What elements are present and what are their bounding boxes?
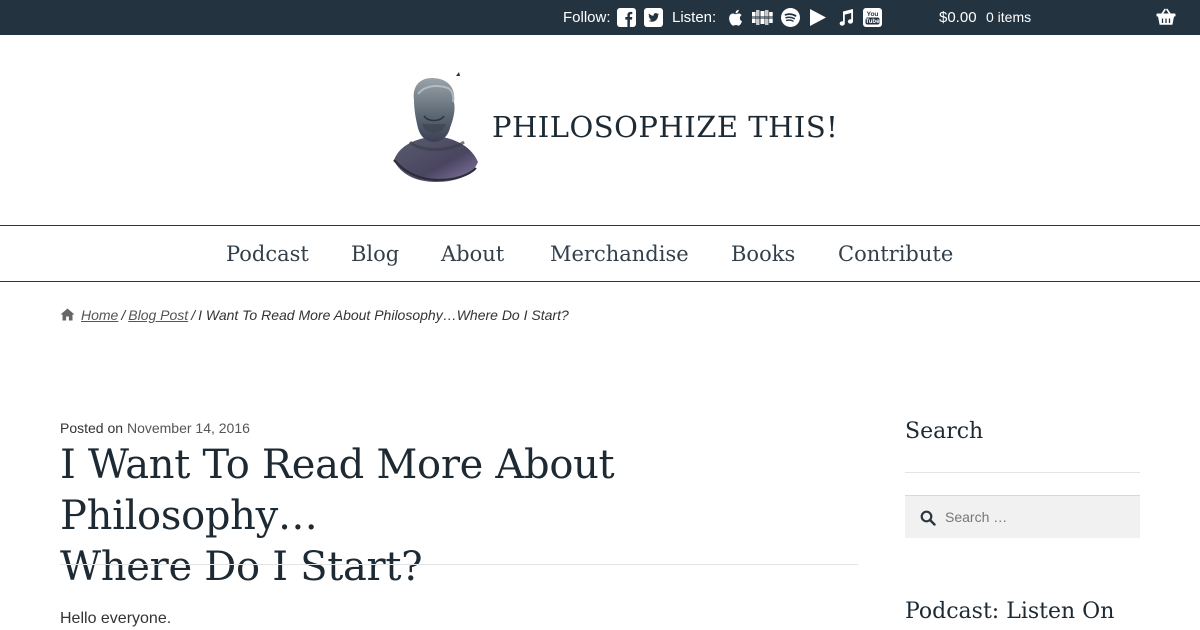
home-icon[interactable]	[60, 308, 75, 324]
nav-item-books[interactable]: Books	[731, 226, 795, 282]
breadcrumb-current: I Want To Read More About Philosophy…Whe…	[198, 307, 569, 323]
post-date-link[interactable]: November 14, 2016	[127, 420, 250, 436]
spotify-icon[interactable]	[781, 8, 800, 27]
facebook-icon[interactable]	[617, 8, 636, 27]
post-title: I Want To Read More About Philosophy… Wh…	[60, 440, 870, 593]
main-navigation: Podcast Blog About Merchandise Books Con…	[0, 225, 1200, 282]
breadcrumb-category-link[interactable]: Blog Post	[128, 307, 188, 323]
sidebar-podcast-heading: Podcast: Listen On	[905, 599, 1115, 624]
sidebar-search-field[interactable]	[905, 495, 1140, 538]
google-play-icon[interactable]	[808, 8, 827, 27]
shopping-basket-icon[interactable]	[1156, 8, 1176, 26]
top-bar: Follow: Listen: You Tube $0.00 0 items	[0, 0, 1200, 35]
post-first-paragraph: Hello everyone.	[60, 610, 172, 627]
stitcher-icon[interactable]	[752, 8, 773, 27]
nav-item-contribute[interactable]: Contribute	[838, 226, 953, 282]
cart-item-count[interactable]: 0 items	[986, 0, 1031, 35]
follow-label: Follow:	[563, 9, 611, 26]
listen-label: Listen:	[672, 9, 717, 26]
svg-text:Tube: Tube	[866, 19, 881, 25]
site-title[interactable]: PHILOSOPHIZE THIS!	[492, 110, 838, 144]
post-meta: Posted on November 14, 2016	[60, 420, 250, 436]
post-title-line-2: Where Do I Start?	[60, 544, 423, 590]
philosopher-bust-icon	[393, 72, 478, 182]
post-title-line-1: I Want To Read More About Philosophy…	[60, 442, 615, 539]
title-divider	[60, 564, 858, 565]
nav-item-merchandise[interactable]: Merchandise	[550, 226, 689, 282]
itunes-music-icon[interactable]	[836, 8, 855, 27]
search-icon[interactable]	[920, 510, 936, 526]
twitter-icon[interactable]	[644, 8, 663, 27]
sidebar-search-heading: Search	[905, 419, 984, 444]
search-input[interactable]	[945, 496, 1135, 537]
nav-item-blog[interactable]: Blog	[351, 226, 399, 282]
nav-item-podcast[interactable]: Podcast	[226, 226, 309, 282]
nav-item-about[interactable]: About	[441, 226, 504, 282]
breadcrumb-home-link[interactable]: Home	[81, 307, 118, 323]
svg-text:You: You	[867, 11, 879, 18]
posted-on-label: Posted on	[60, 420, 124, 436]
sidebar-divider	[905, 472, 1140, 473]
apple-podcasts-icon[interactable]	[725, 8, 744, 27]
youtube-icon[interactable]: You Tube	[863, 8, 882, 27]
breadcrumb: Home / Blog Post / I Want To Read More About…	[60, 307, 569, 324]
cart-amount[interactable]: $0.00	[939, 0, 977, 35]
